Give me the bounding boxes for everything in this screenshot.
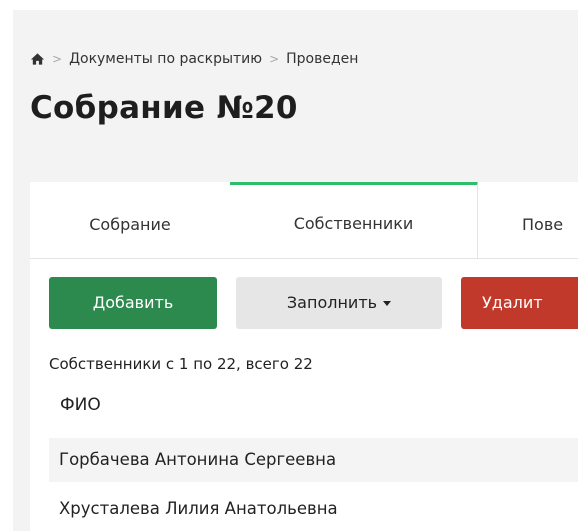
table-row[interactable]: Хрусталева Лилия Анатольевна [49, 487, 578, 531]
fill-button-label: Заполнить [286, 293, 378, 312]
fill-dropdown-button[interactable]: Заполнить [236, 277, 442, 329]
add-button[interactable]: Добавить [49, 277, 217, 329]
tab-owners[interactable]: Собственники [230, 182, 478, 258]
breadcrumb: > Документы по раскрытию > Проведен [30, 47, 358, 71]
breadcrumb-item-meeting[interactable]: Проведен [286, 51, 358, 67]
pagination-summary: Собственники с 1 по 22, всего 22 [49, 355, 313, 373]
tab-bar: Собрание Собственники Пове [30, 182, 578, 259]
tab-meeting[interactable]: Собрание [30, 182, 231, 258]
owner-name-cell: Хрусталева Лилия Анатольевна [59, 499, 338, 518]
owner-name-cell: Горбачева Антонина Сергеевна [59, 450, 337, 469]
column-header-name[interactable]: ФИО [60, 395, 101, 415]
tab-third[interactable]: Пове [478, 182, 578, 258]
delete-button-label: Удалит [482, 293, 543, 312]
delete-button[interactable]: Удалит [461, 277, 578, 329]
breadcrumb-separator-icon: > [52, 52, 63, 66]
page-title: Собрание №20 [30, 90, 298, 126]
content-panel: Собрание Собственники Пове Добавить Запо… [30, 182, 578, 531]
caret-down-icon [383, 301, 392, 306]
breadcrumb-item-documents[interactable]: Документы по раскрытию [69, 51, 262, 67]
table-row[interactable]: Горбачева Антонина Сергеевна [49, 438, 578, 482]
add-button-label: Добавить [92, 293, 174, 312]
home-icon[interactable] [30, 52, 45, 66]
breadcrumb-separator-icon: > [269, 52, 280, 66]
